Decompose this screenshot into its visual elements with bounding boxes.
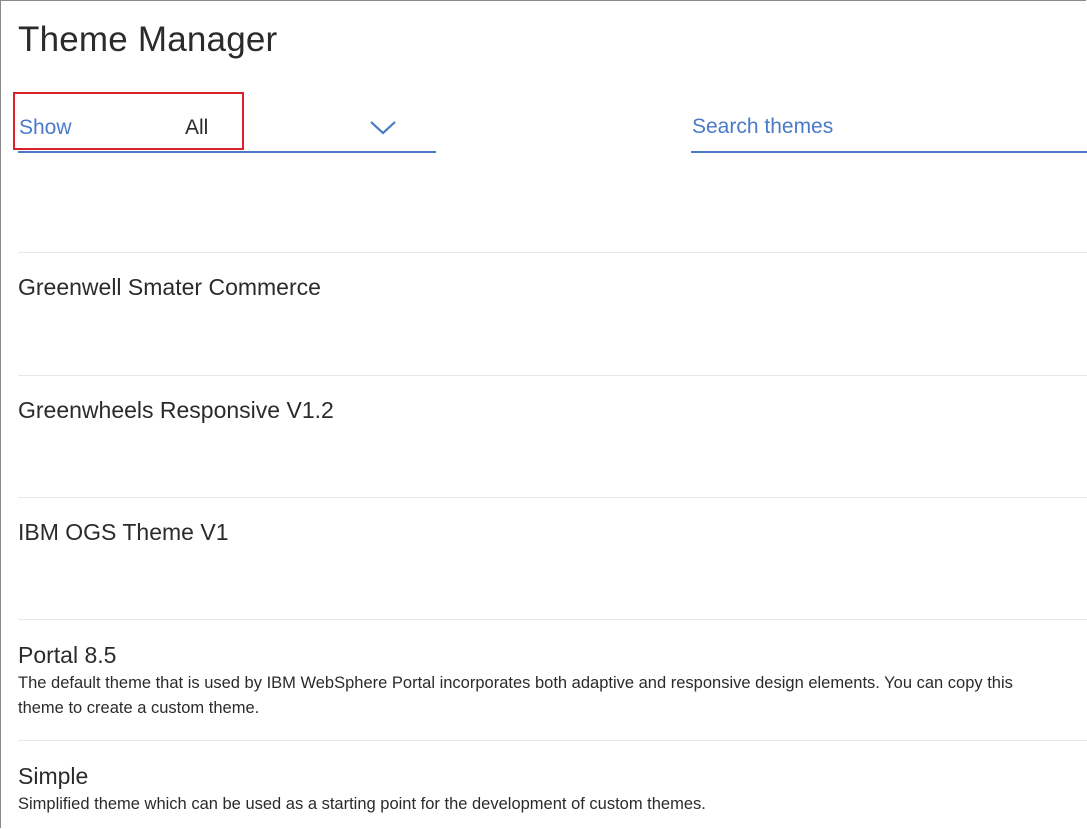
show-filter-dropdown[interactable]: Show All xyxy=(18,103,436,153)
theme-name: Greenwheels Responsive V1.2 xyxy=(18,397,334,423)
theme-name: IBM OGS Theme V1 xyxy=(18,519,229,545)
theme-description: The default theme that is used by IBM We… xyxy=(18,674,1013,717)
page-title: Theme Manager xyxy=(18,20,278,59)
theme-description: Simplified theme which can be used as a … xyxy=(18,795,706,813)
theme-name: Portal 8.5 xyxy=(18,642,117,668)
theme-list-item[interactable]: Greenwell Smater Commerce xyxy=(18,273,1078,301)
show-filter-value: All xyxy=(185,116,209,139)
theme-list-item[interactable]: Simple Simplified theme which can be use… xyxy=(18,762,1078,817)
list-divider xyxy=(18,740,1087,741)
theme-list-item[interactable]: IBM OGS Theme V1 xyxy=(18,518,1078,546)
list-divider xyxy=(18,497,1087,498)
chevron-down-icon[interactable] xyxy=(369,119,397,135)
theme-list-item[interactable]: Portal 8.5 The default theme that is use… xyxy=(18,641,1078,721)
list-divider xyxy=(18,375,1087,376)
theme-name: Simple xyxy=(18,763,89,789)
list-divider xyxy=(18,252,1087,253)
show-filter-label: Show xyxy=(19,116,72,139)
theme-list-item[interactable]: Greenwheels Responsive V1.2 xyxy=(18,396,1078,424)
theme-name: Greenwell Smater Commerce xyxy=(18,274,321,300)
search-input[interactable] xyxy=(691,103,1087,153)
list-divider xyxy=(18,619,1087,620)
